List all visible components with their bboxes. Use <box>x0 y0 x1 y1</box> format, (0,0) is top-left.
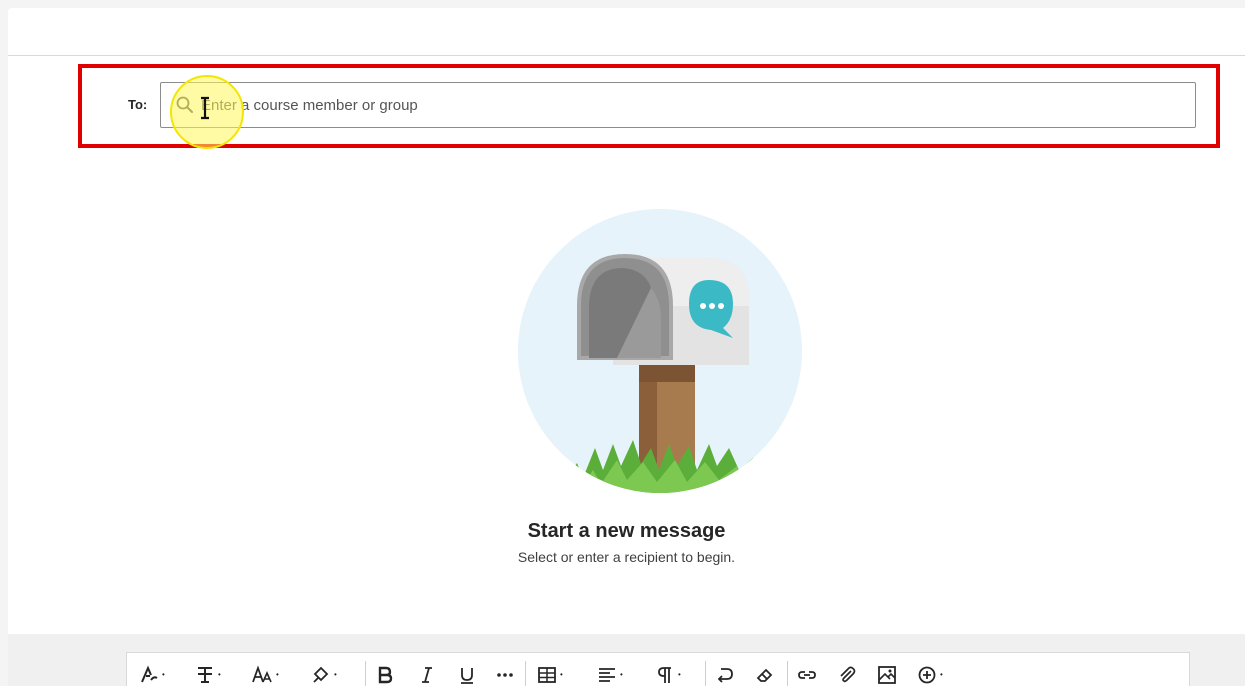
image-icon <box>878 666 896 684</box>
insert-content-button[interactable]: • <box>917 663 946 686</box>
toolbar-separator <box>525 661 526 686</box>
align-button[interactable]: • <box>597 663 626 686</box>
to-label: To: <box>128 97 148 112</box>
search-icon <box>176 96 193 113</box>
dropdown-caret: • <box>162 670 165 679</box>
dropdown-caret: • <box>620 670 623 679</box>
attach-file-button[interactable] <box>837 663 857 686</box>
recipient-search-box[interactable] <box>160 82 1196 128</box>
editor-toolbar: • • • • • • • • <box>126 652 1190 686</box>
more-formatting-button[interactable] <box>495 663 515 686</box>
bold-icon <box>378 666 393 684</box>
paragraph-mark-icon <box>658 667 671 683</box>
underline-icon <box>461 668 473 684</box>
bold-button[interactable] <box>375 663 395 686</box>
insert-content-icon <box>918 666 936 684</box>
recipient-input[interactable] <box>201 83 1181 127</box>
empty-state-subtitle: Select or enter a recipient to begin. <box>517 549 736 565</box>
table-icon <box>538 667 556 683</box>
insert-image-button[interactable] <box>877 663 897 686</box>
highlight-color-icon <box>313 666 329 683</box>
dropdown-caret: • <box>560 670 563 679</box>
clear-formatting-icon <box>756 668 773 682</box>
clear-formatting-button[interactable] <box>755 663 775 686</box>
link-button[interactable] <box>797 663 817 686</box>
text-style-button[interactable]: • <box>195 663 224 686</box>
recipient-row-highlight: To: <box>78 64 1220 149</box>
italic-icon <box>422 667 432 683</box>
message-editor-area: • • • • • • • • <box>8 634 1245 686</box>
align-icon <box>599 668 615 682</box>
undo-icon <box>717 668 733 683</box>
dropdown-caret: • <box>678 670 681 679</box>
dropdown-caret: • <box>218 670 221 679</box>
italic-button[interactable] <box>417 663 437 686</box>
link-icon <box>798 671 816 679</box>
paragraph-style-icon <box>141 665 158 683</box>
attach-icon <box>840 666 856 683</box>
mailbox-illustration <box>518 209 802 493</box>
paragraph-mark-button[interactable]: • <box>655 663 684 686</box>
toolbar-separator <box>787 661 788 686</box>
empty-state-title: Start a new message <box>527 520 726 542</box>
table-button[interactable]: • <box>537 663 566 686</box>
toolbar-separator <box>365 661 366 686</box>
underline-button[interactable] <box>457 663 477 686</box>
dropdown-caret: • <box>276 670 279 679</box>
paragraph-style-button[interactable]: • <box>139 663 168 686</box>
text-style-icon <box>198 667 212 683</box>
font-size-button[interactable]: • <box>251 663 282 686</box>
highlight-color-button[interactable]: • <box>311 663 340 686</box>
more-formatting-icon <box>497 673 513 677</box>
toolbar-separator <box>705 661 706 686</box>
font-size-icon <box>252 665 272 683</box>
dropdown-caret: • <box>334 670 337 679</box>
message-compose-panel: To: Enter a course member or group Start… <box>8 8 1245 686</box>
dropdown-caret: • <box>940 670 943 679</box>
undo-button[interactable] <box>715 663 735 686</box>
top-divider <box>8 55 1245 56</box>
